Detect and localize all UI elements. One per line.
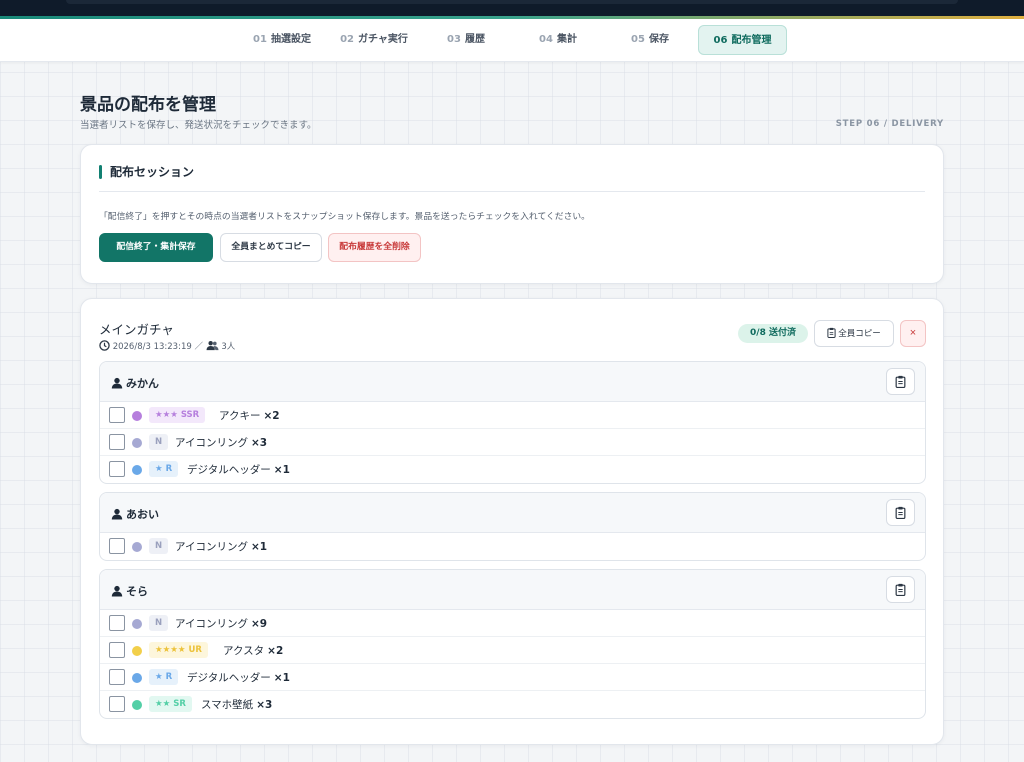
prize-quantity: ×2 <box>263 410 280 422</box>
sent-checkbox[interactable] <box>109 642 125 658</box>
copy-all-button[interactable]: 全員コピー <box>814 320 894 347</box>
page-title: 景品の配布を管理 <box>80 95 216 115</box>
rarity-badge: ★ R <box>149 461 179 477</box>
sent-checkbox[interactable] <box>109 434 125 450</box>
session-card: メインガチャ 2026/8/3 13:23:19 ／ 3人 0/8 送付済 全員… <box>80 298 944 745</box>
rarity-dot <box>132 700 142 710</box>
sent-checkbox[interactable] <box>109 407 125 423</box>
prize-name: アイコンリング ×3 <box>175 437 268 449</box>
end-and-save-button[interactable]: 配信終了・集計保存 <box>99 233 213 262</box>
step-tab-02[interactable]: 02 ガチャ実行 <box>332 25 416 55</box>
user-group-header: あおい <box>100 493 925 533</box>
copy-user-button[interactable] <box>886 576 915 603</box>
top-bar <box>0 0 1024 16</box>
prize-quantity: ×1 <box>273 464 290 476</box>
sent-checkbox[interactable] <box>109 669 125 685</box>
prize-row: N アイコンリング ×9 <box>100 610 925 637</box>
session-name: メインガチャ <box>99 322 174 337</box>
rarity-badge: ★★★ SSR <box>149 407 206 423</box>
prize-name: アイコンリング ×1 <box>175 541 268 553</box>
rarity-badge: N <box>149 538 169 554</box>
prize-quantity: ×2 <box>267 645 284 657</box>
sent-checkbox[interactable] <box>109 538 125 554</box>
session-meta: 2026/8/3 13:23:19 ／ 3人 <box>99 340 235 354</box>
close-session-button[interactable]: × <box>900 320 926 347</box>
rarity-dot <box>132 619 142 629</box>
step-tab-03[interactable]: 03 履歴 <box>438 25 494 55</box>
rarity-dot <box>132 646 142 656</box>
user-group-header: そら <box>100 570 925 610</box>
session-datetime: 2026/8/3 13:23:19 <box>112 342 192 352</box>
copy-user-button[interactable] <box>886 368 915 395</box>
prize-row: N アイコンリング ×3 <box>100 429 925 456</box>
rarity-dot <box>132 438 142 448</box>
rarity-badge: ★★★★ UR <box>149 642 208 658</box>
user-group-header: みかん <box>100 362 925 402</box>
prize-row: N アイコンリング ×1 <box>100 533 925 560</box>
prize-quantity: ×9 <box>250 618 268 630</box>
rarity-badge: N <box>149 615 169 631</box>
page-subtitle: 当選者リストを保存し、発送状況をチェックできます。 <box>80 120 317 131</box>
step-tab-06[interactable]: 06 配布管理 <box>698 25 787 55</box>
prize-name: デジタルヘッダー ×1 <box>187 672 290 684</box>
meta-separator: ／ <box>194 342 203 352</box>
step-tab-01[interactable]: 01 抽選設定 <box>246 25 318 55</box>
step-tag: STEP 06 / DELIVERY <box>835 119 944 129</box>
divider <box>99 191 925 192</box>
prize-name: アクスタ ×2 <box>223 645 284 657</box>
clock-icon <box>99 340 110 354</box>
sent-checkbox[interactable] <box>109 615 125 631</box>
user-name: あおい <box>111 506 159 523</box>
prize-row: ★ R デジタルヘッダー ×1 <box>100 456 925 483</box>
prize-name: デジタルヘッダー ×1 <box>187 464 290 476</box>
user-group: みかん ★★★ SSR アクキー ×2 N アイコンリング ×3 ★ R デジタルヘッダー ×1 <box>99 361 926 484</box>
user-name: そら <box>111 583 148 600</box>
sent-checkbox[interactable] <box>109 696 125 712</box>
step-tab-04[interactable]: 04 集計 <box>530 25 586 55</box>
sent-checkbox[interactable] <box>109 461 125 477</box>
prize-name: スマホ壁紙 ×3 <box>201 699 273 711</box>
prize-quantity: ×1 <box>273 672 290 684</box>
prize-quantity: ×1 <box>250 541 268 553</box>
user-group: そら N アイコンリング ×9 ★★★★ UR アクスタ ×2 ★ R デジタルヘッダー ×1 ★★… <box>99 569 926 719</box>
section-title: 配布セッション <box>99 165 194 179</box>
delete-history-button[interactable]: 配布履歴を全削除 <box>328 233 421 262</box>
rarity-dot <box>132 465 142 475</box>
user-group: あおい N アイコンリング ×1 <box>99 492 926 561</box>
step-nav: 01 抽選設定 02 ガチャ実行 03 履歴 04 集計 05 保存 06 配布管理 <box>0 19 1024 62</box>
rarity-dot <box>132 673 142 683</box>
copy-everyone-button[interactable]: 全員まとめてコピー <box>220 233 322 262</box>
rarity-badge: ★★ SR <box>149 696 192 712</box>
prize-row: ★ R デジタルヘッダー ×1 <box>100 664 925 691</box>
session-people-count: 3人 <box>221 342 236 352</box>
user-icon <box>111 377 123 392</box>
top-bar-inner <box>66 0 958 4</box>
people-icon <box>206 340 219 354</box>
clipboard-icon <box>827 323 836 348</box>
copy-user-button[interactable] <box>886 499 915 526</box>
prize-row: ★★ SR スマホ壁紙 ×3 <box>100 691 925 718</box>
rarity-dot <box>132 411 142 421</box>
prize-row: ★★★★ UR アクスタ ×2 <box>100 637 925 664</box>
prize-name: アイコンリング ×9 <box>175 618 268 630</box>
user-icon <box>111 585 123 600</box>
session-description: 「配信終了」を押すとその時点の当選者リストをスナップショット保存します。景品を送… <box>99 212 590 222</box>
prize-name: アクキー ×2 <box>219 410 280 422</box>
user-icon <box>111 508 123 523</box>
sent-status-badge: 0/8 送付済 <box>738 324 808 343</box>
prize-row: ★★★ SSR アクキー ×2 <box>100 402 925 429</box>
prize-quantity: ×3 <box>256 699 273 711</box>
rarity-badge: N <box>149 434 169 450</box>
rarity-badge: ★ R <box>149 669 179 685</box>
prize-quantity: ×3 <box>250 437 268 449</box>
rarity-dot <box>132 542 142 552</box>
session-control-card: 配布セッション 「配信終了」を押すとその時点の当選者リストをスナップショット保存… <box>80 144 944 284</box>
step-tab-05[interactable]: 05 保存 <box>622 25 678 55</box>
user-name: みかん <box>111 375 159 392</box>
